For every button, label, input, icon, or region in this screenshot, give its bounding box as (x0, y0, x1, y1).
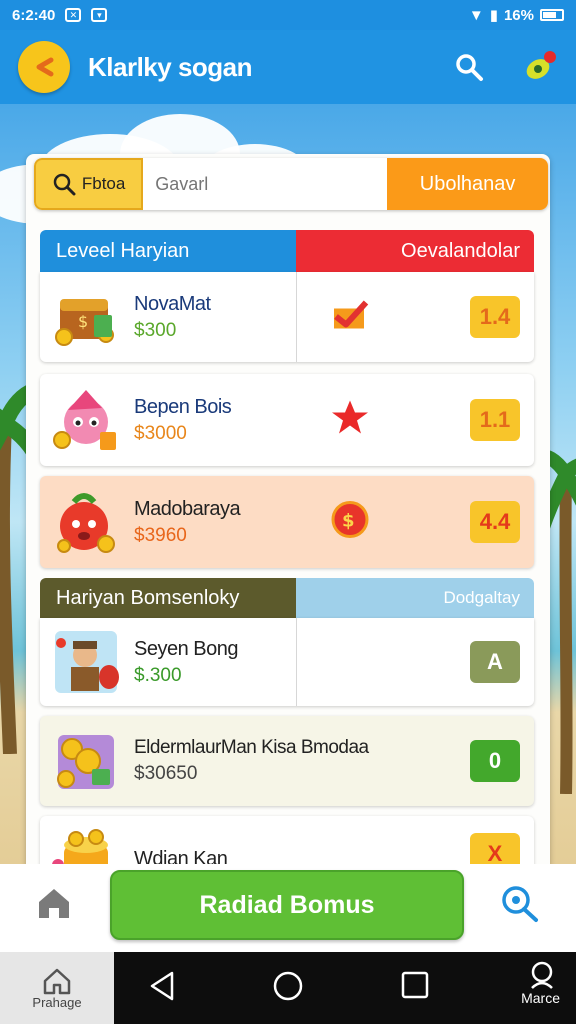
item-price: $.300 (134, 664, 182, 686)
treasure-chest-icon: $ (48, 279, 124, 355)
section-title: Leveel Haryian (40, 230, 296, 272)
back-arrow-icon (36, 57, 54, 77)
back-button[interactable] (18, 41, 70, 93)
magnifier-icon (53, 173, 76, 196)
farmer-character-icon (48, 624, 124, 700)
app-bar: Klarlky sogan (0, 30, 576, 104)
item-price: $3000 (134, 422, 187, 444)
search-icon[interactable] (454, 52, 484, 82)
search-submit-button[interactable]: Ubolhanav (387, 158, 548, 210)
homepage-tab[interactable]: Prahage (0, 952, 114, 1024)
item-badge[interactable]: 1.4 (470, 296, 520, 338)
section-right-label: Oevalandolar (296, 230, 534, 272)
gold-pot-icon (48, 823, 124, 866)
nav-home-icon[interactable] (272, 970, 304, 1002)
list-item[interactable]: Wdian Kan X (40, 816, 534, 866)
claim-bonus-button[interactable]: Radiad Bomus (110, 870, 464, 940)
bottom-action-bar: Radiad Bomus (0, 864, 576, 952)
battery-percent: 16% (503, 6, 534, 24)
item-name: Seyen Bong (134, 637, 238, 660)
item-badge[interactable]: 1.1 (470, 399, 520, 441)
list-item[interactable]: Bepen Bois $3000 1.1 (40, 374, 534, 466)
coins-card-icon (48, 723, 124, 799)
signal-icon: ▮ (489, 7, 498, 24)
nav-search-tab[interactable]: Marce (521, 960, 560, 1006)
item-name: EldermlaurMan Kisa Bmodaa (134, 737, 369, 758)
search-input[interactable] (143, 158, 388, 210)
checkmark-icon (330, 295, 370, 340)
main-panel: Fbtoa Ubolhanav Leveel Haryian Oevalando… (26, 154, 550, 866)
app-notification-icon: ▾ (91, 8, 108, 22)
section-header-bonus: Hariyan Bomsenloky Dodgaltay (40, 578, 534, 618)
home-icon[interactable] (36, 886, 72, 920)
item-badge[interactable]: A (470, 641, 520, 683)
item-badge[interactable]: 0 (470, 740, 520, 782)
list-item[interactable]: Seyen Bong $.300 A (40, 618, 534, 706)
character-icon (48, 382, 124, 458)
item-badge[interactable]: 4.4 (470, 501, 520, 543)
system-navigation-bar: Prahage Marce (0, 952, 576, 1024)
status-time: 6:2:40 (12, 6, 56, 24)
gift-notification-icon[interactable] (522, 49, 558, 85)
search-zoom-icon[interactable] (498, 884, 540, 924)
item-badge[interactable]: X (470, 833, 520, 866)
page-title: Klarlky sogan (88, 51, 253, 82)
section-title: Hariyan Bomsenloky (40, 578, 296, 618)
home-outline-icon (43, 968, 71, 994)
list-item[interactable]: Madobaraya $3960 $ 4.4 (40, 476, 534, 568)
list-item[interactable]: $ NovaMat $300 1.4 (40, 272, 534, 362)
list-item[interactable]: EldermlaurMan Kisa Bmodaa $30650 0 (40, 716, 534, 806)
battery-icon (540, 9, 564, 21)
star-icon (330, 398, 370, 443)
section-right-label: Dodgaltay (296, 578, 534, 618)
coin-badge-icon: $ (330, 500, 370, 545)
nav-recents-icon[interactable] (400, 970, 430, 1000)
search-tag-label: Fbtoa (81, 174, 126, 193)
item-price: $300 (134, 319, 177, 341)
nav-search-label: Marce (521, 990, 560, 1006)
item-name: NovaMat (134, 292, 211, 315)
homepage-tab-label: Prahage (32, 994, 82, 1010)
section-header-level: Leveel Haryian Oevalandolar (40, 230, 534, 272)
item-price: $3960 (134, 524, 187, 546)
fruit-character-icon (48, 484, 124, 560)
nav-search-icon (530, 961, 553, 989)
search-filter-tag[interactable]: Fbtoa (34, 158, 144, 210)
nav-back-icon[interactable] (148, 970, 176, 1002)
svg-text:$: $ (78, 312, 88, 331)
status-bar: 6:2:40 ✕ ▾ ▼ ▮ 16% (0, 0, 576, 30)
search-bar: Fbtoa Ubolhanav (34, 158, 548, 210)
item-name: Bepen Bois (134, 395, 232, 418)
item-price: $30650 (134, 763, 198, 784)
svg-text:$: $ (342, 511, 355, 532)
item-name: Madobaraya (134, 497, 241, 520)
notification-icon: ✕ (65, 8, 82, 22)
wifi-icon: ▼ (468, 6, 484, 24)
